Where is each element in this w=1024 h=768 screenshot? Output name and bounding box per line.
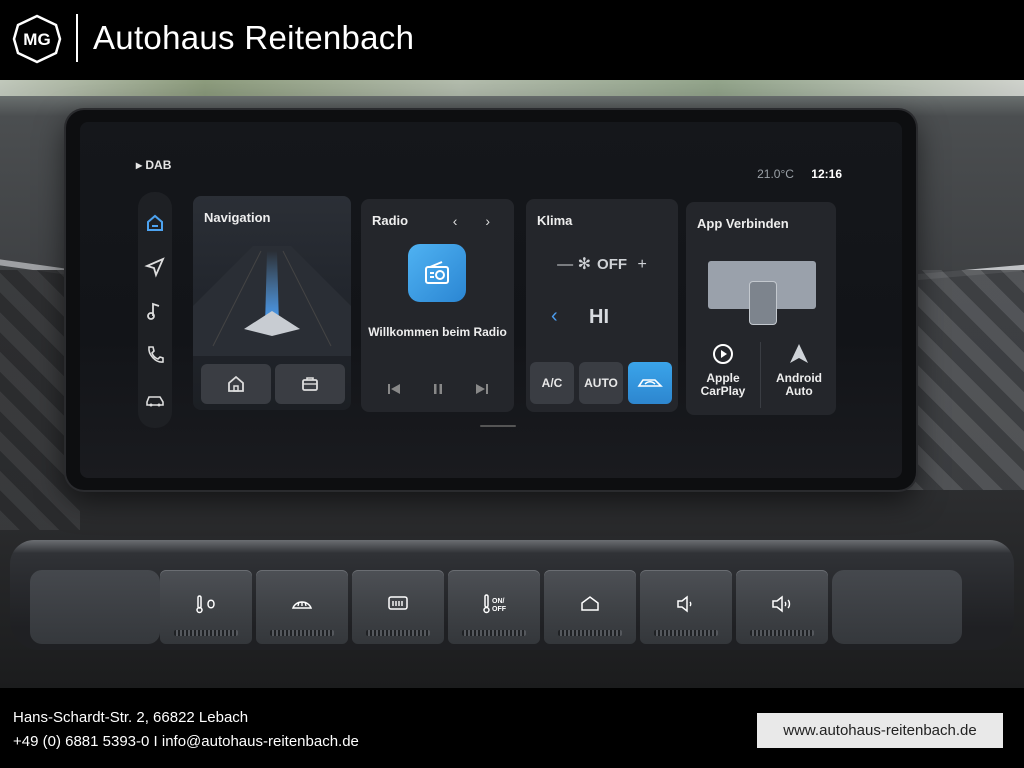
volume-down-icon — [677, 595, 692, 613]
svg-text:OFF: OFF — [492, 606, 507, 613]
pause-icon[interactable] — [428, 379, 448, 399]
radio-welcome-text: Willkommen beim Radio — [368, 325, 507, 339]
ac-button[interactable]: A/C — [530, 362, 574, 404]
fan-control-row: — ✻ OFF + — [526, 254, 678, 274]
car-icon[interactable] — [144, 388, 166, 410]
navigation-card[interactable]: Navigation — [193, 196, 351, 410]
home-hw-button[interactable] — [544, 570, 636, 644]
android-auto-label: Android Auto — [776, 371, 822, 398]
status-bar: 21.0°C 12:16 — [757, 167, 842, 181]
footer-banner: Hans-Schardt-Str. 2, 66822 Lebach +49 (0… — [0, 688, 1024, 768]
outside-temperature: 21.0°C — [757, 167, 794, 181]
briefcase-icon — [302, 377, 318, 391]
music-note-icon[interactable] — [144, 300, 166, 322]
car-recirculation-icon — [637, 379, 663, 387]
infotainment-screen: ▸ DAB 21.0°C 12:16 Navigation Radio ‹ › … — [80, 122, 902, 478]
home-icon[interactable] — [144, 212, 166, 234]
windshield-strip — [0, 80, 1024, 96]
volume-up-icon — [772, 595, 791, 613]
climate-card[interactable]: Klima — ✻ OFF + ‹ HI A/C AUTO — [526, 199, 678, 412]
temperature-setting: HI — [589, 306, 609, 328]
app-separator — [760, 342, 761, 408]
volume-down-button[interactable] — [640, 570, 732, 644]
climate-button-console: ON/ OFF — [10, 540, 1014, 670]
radio-title: Radio — [372, 213, 409, 228]
rear-defrost-icon — [388, 596, 408, 610]
radio-station-arrows[interactable]: ‹ › — [453, 213, 502, 229]
clock: 12:16 — [811, 167, 842, 181]
apple-carplay-label: Apple CarPlay — [700, 371, 746, 398]
phone-icon[interactable] — [144, 344, 166, 366]
home-icon — [228, 375, 244, 392]
android-auto-icon — [790, 344, 808, 363]
svg-text:ON/: ON/ — [492, 598, 505, 605]
recirculation-button[interactable] — [628, 362, 672, 404]
carplay-icon — [713, 344, 733, 364]
fan-increase-button[interactable]: + — [637, 256, 646, 273]
header-banner: MG Autohaus Reitenbach — [0, 0, 1024, 80]
fan-icon: ✻ — [577, 256, 592, 273]
auto-button[interactable]: AUTO — [579, 362, 623, 404]
radio-icon — [425, 261, 449, 284]
console-end-right — [832, 570, 962, 644]
nav-home-button[interactable] — [201, 364, 271, 404]
front-defrost-icon — [291, 601, 313, 609]
button-grill — [174, 630, 238, 636]
front-defrost-button[interactable] — [256, 570, 348, 644]
fan-decrease-button[interactable]: — — [557, 256, 573, 273]
home-icon — [581, 596, 599, 611]
previous-track-icon[interactable] — [384, 379, 404, 399]
source-label: DAB — [145, 158, 172, 172]
dealer-website[interactable]: www.autohaus-reitenbach.de — [757, 713, 1003, 748]
nav-work-button[interactable] — [275, 364, 345, 404]
button-grill — [558, 630, 622, 636]
climate-onoff-icon: ON/ OFF — [483, 594, 507, 614]
car-interior-photo: ▸ DAB 21.0°C 12:16 Navigation Radio ‹ › … — [0, 80, 1024, 688]
source-indicator[interactable]: ▸ DAB — [136, 158, 171, 172]
header-divider — [76, 14, 78, 62]
svg-text:MG: MG — [23, 30, 50, 49]
button-grill — [750, 630, 814, 636]
next-track-icon[interactable] — [472, 379, 492, 399]
button-grill — [462, 630, 526, 636]
dealer-contact: +49 (0) 6881 5393-0 I info@autohaus-reit… — [13, 733, 359, 750]
radio-card[interactable]: Radio ‹ › Willkommen beim Radio — [361, 199, 514, 412]
dash-pattern-right — [904, 270, 1024, 490]
infotainment-bezel: ▸ DAB 21.0°C 12:16 Navigation Radio ‹ › … — [66, 110, 916, 490]
volume-up-button[interactable] — [736, 570, 828, 644]
mg-logo: MG — [12, 14, 62, 64]
side-rail — [138, 192, 172, 428]
temp-decrease-chevron-icon[interactable]: ‹ — [551, 305, 558, 328]
navigation-arrow-icon[interactable] — [144, 256, 166, 278]
page-indicator — [480, 425, 516, 427]
radio-app-icon[interactable] — [408, 244, 466, 302]
dealer-address: Hans-Schardt-Str. 2, 66822 Lebach — [13, 709, 249, 726]
climate-title: Klima — [537, 213, 573, 228]
climate-onoff-button[interactable]: ON/ OFF — [448, 570, 540, 644]
fan-state: OFF — [597, 256, 628, 273]
dealer-name: Autohaus Reitenbach — [93, 19, 415, 56]
app-connect-title: App Verbinden — [697, 216, 789, 231]
button-grill — [366, 630, 430, 636]
phone-icon — [749, 281, 777, 325]
apple-carplay-button[interactable]: Apple CarPlay — [686, 342, 760, 398]
seat-heat-fan-button[interactable] — [160, 570, 252, 644]
button-grill — [654, 630, 718, 636]
app-connect-card[interactable]: App Verbinden Apple CarPlay Android Auto — [686, 202, 836, 415]
console-end-left — [30, 570, 160, 644]
navigation-title: Navigation — [204, 210, 271, 225]
android-auto-button[interactable]: Android Auto — [762, 342, 836, 398]
seat-heat-fan-icon — [196, 595, 215, 614]
phone-connect-graphic — [708, 261, 816, 325]
rear-defrost-button[interactable] — [352, 570, 444, 644]
navigation-map-graphic — [193, 246, 351, 356]
button-grill — [270, 630, 334, 636]
